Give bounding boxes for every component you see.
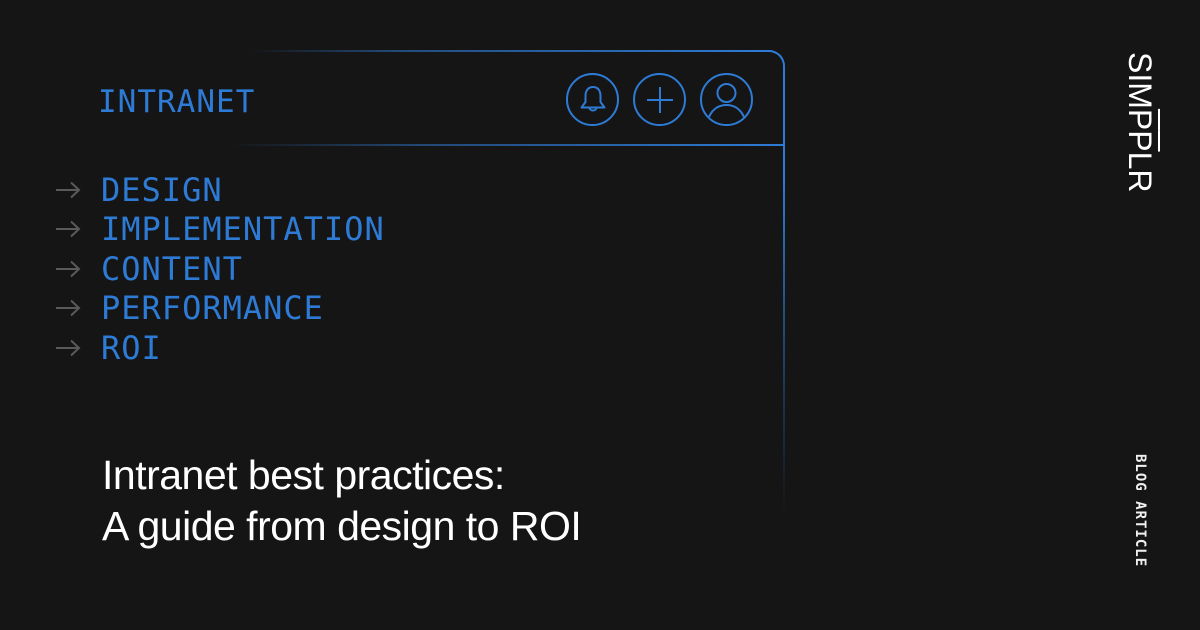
headline-line-1: Intranet best practices:: [102, 452, 505, 498]
arrow-right-icon: [55, 220, 85, 238]
window-frame-top-border: [250, 50, 771, 52]
arrow-right-icon: [55, 339, 85, 357]
topic-label: DESIGN: [101, 170, 223, 209]
topic-item-roi[interactable]: ROI: [55, 328, 385, 368]
profile-button[interactable]: [700, 73, 753, 126]
blog-banner: INTRANET DESIGN IMPLEMENTATION CONTENT P…: [0, 0, 1200, 630]
logo-part: SIM: [1122, 52, 1158, 109]
arrow-right-icon: [55, 260, 85, 278]
window-frame-corner: [769, 50, 785, 66]
logo-part: P: [1122, 130, 1158, 152]
user-icon: [708, 83, 745, 118]
topic-label: CONTENT: [101, 249, 243, 288]
topic-label: PERFORMANCE: [101, 289, 324, 328]
topic-item-implementation[interactable]: IMPLEMENTATION: [55, 210, 385, 250]
topic-label: ROI: [101, 328, 162, 367]
arrow-right-icon: [55, 181, 85, 199]
simpplr-logo: SIMPPLR: [1122, 52, 1158, 193]
plus-icon: [646, 86, 673, 113]
logo-part: P: [1122, 108, 1158, 131]
headline-line-2: A guide from design to ROI: [102, 503, 582, 549]
topic-label: IMPLEMENTATION: [101, 210, 385, 249]
header-icon-group: [566, 73, 753, 126]
add-button[interactable]: [633, 73, 686, 126]
topic-item-performance[interactable]: PERFORMANCE: [55, 289, 385, 329]
article-type-badge: BLOG ARTICLE: [1132, 454, 1148, 568]
window-frame-right-border: [783, 66, 785, 516]
topic-item-design[interactable]: DESIGN: [55, 170, 385, 210]
window-title: INTRANET: [98, 84, 256, 120]
logo-part: LR: [1122, 151, 1158, 193]
window-header-divider: [230, 144, 783, 146]
topic-item-content[interactable]: CONTENT: [55, 249, 385, 289]
arrow-right-icon: [55, 299, 85, 317]
bell-icon: [580, 85, 605, 111]
notifications-button[interactable]: [566, 73, 619, 126]
topic-list: DESIGN IMPLEMENTATION CONTENT PERFORMANC…: [55, 170, 385, 368]
article-headline: Intranet best practices: A guide from de…: [102, 450, 582, 552]
